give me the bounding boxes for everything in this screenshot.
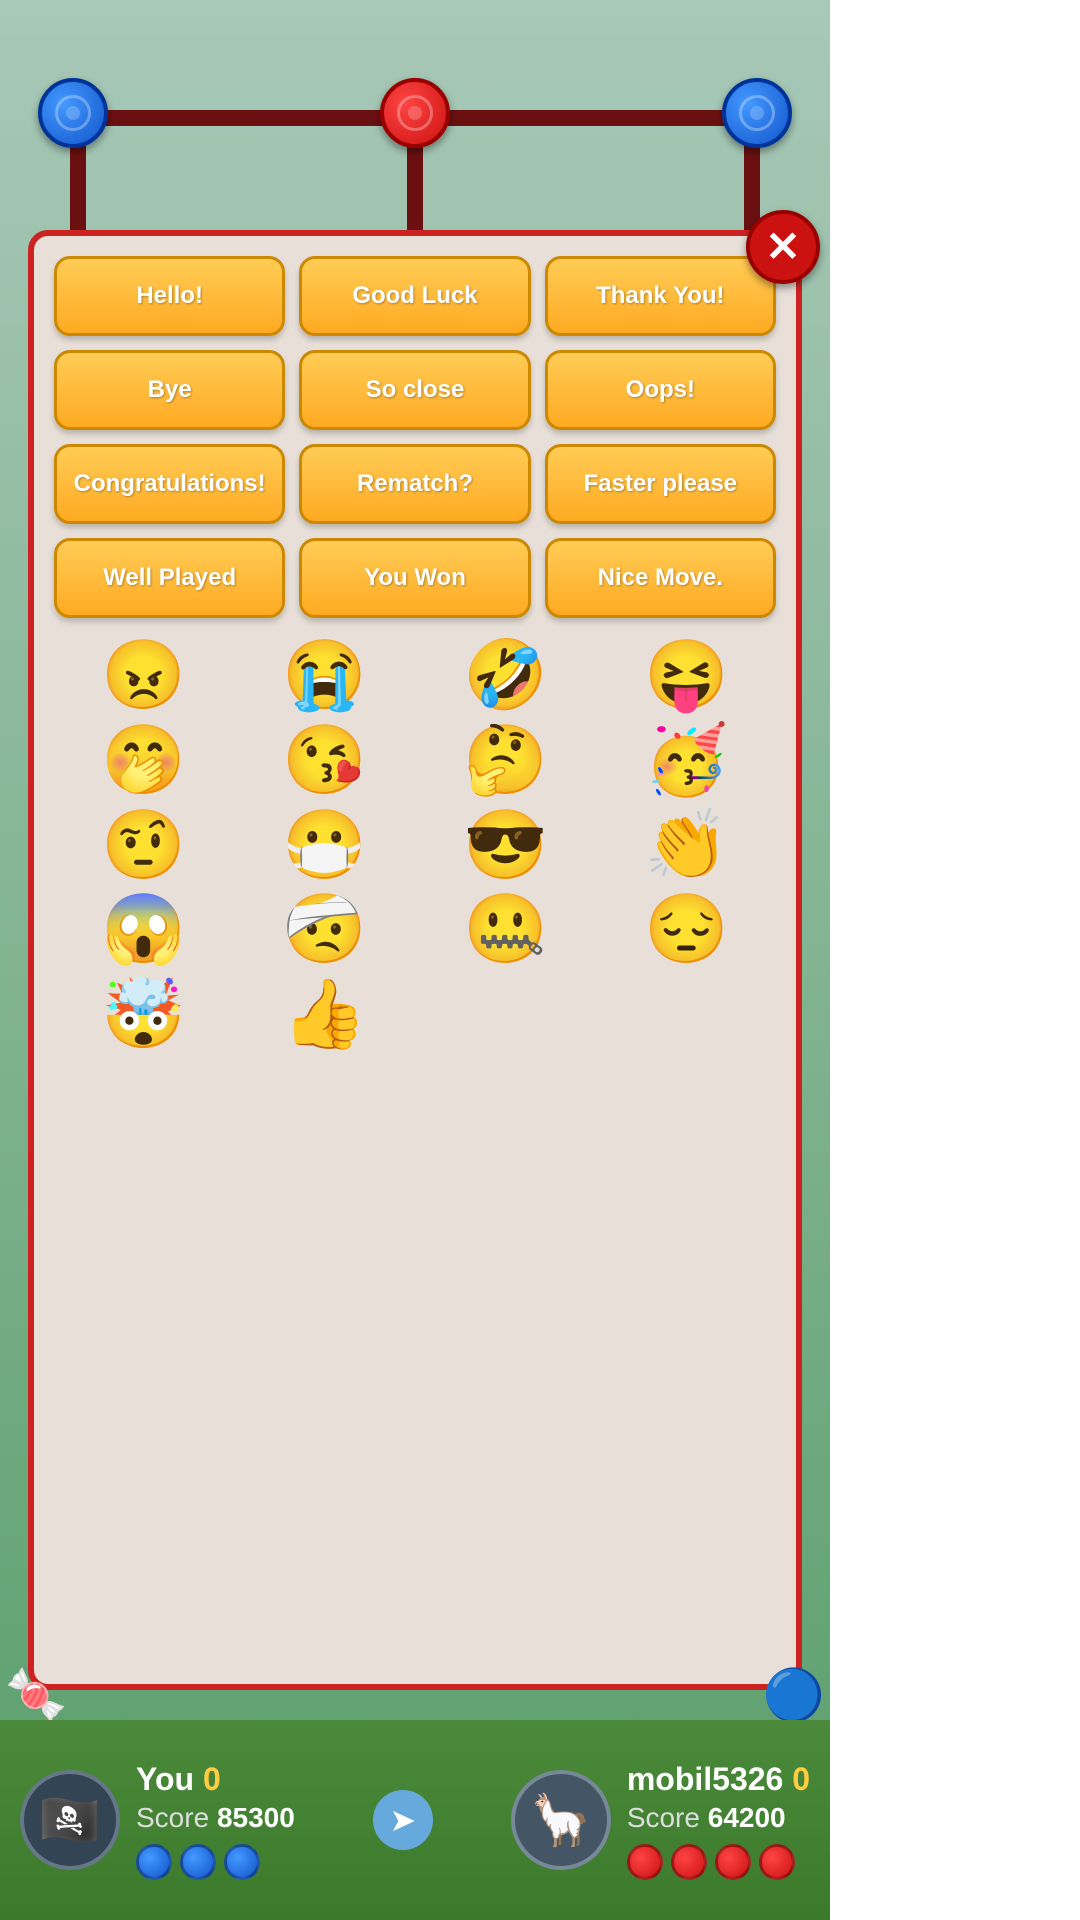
player1-score-value: 85300 [217, 1802, 295, 1833]
player2-score: Score 64200 [627, 1802, 810, 1834]
chat-btn-hello[interactable]: Hello! [54, 256, 285, 336]
chat-btn-faster-please[interactable]: Faster please [545, 444, 776, 524]
player2-tile-4 [759, 1844, 795, 1880]
emoji-mask[interactable]: 😷 [239, 808, 410, 883]
chat-btn-nice-move[interactable]: Nice Move. [545, 538, 776, 618]
player2-name: mobil5326 0 [627, 1761, 810, 1798]
emoji-sad[interactable]: 😔 [601, 892, 772, 967]
peg-blue-right [722, 78, 792, 148]
close-icon: ✕ [765, 226, 800, 268]
peg-inner-center [397, 95, 433, 131]
peg-center-dot-right [750, 106, 764, 120]
player2-score-value: 64200 [708, 1802, 786, 1833]
player2-tile-1 [627, 1844, 663, 1880]
snack-decoration-left: 🍬 [5, 1666, 67, 1725]
player1-details: You 0 Score 85300 [136, 1761, 295, 1880]
peg-blue-left [38, 78, 108, 148]
peg-inner-right [739, 95, 775, 131]
emoji-party[interactable]: 🥳 [601, 723, 772, 798]
emoji-rofl[interactable]: 🤣 [420, 638, 591, 713]
player1-tile-3 [224, 1844, 260, 1880]
emoji-exploding-head[interactable]: 🤯 [58, 977, 229, 1052]
emoji-clap[interactable]: 👏 [601, 808, 772, 883]
emoji-zipper-mouth[interactable]: 🤐 [420, 892, 591, 967]
chat-btn-bye[interactable]: Bye [54, 350, 285, 430]
player1-tile-2 [180, 1844, 216, 1880]
emoji-empty-2 [601, 977, 772, 1052]
emoji-kiss[interactable]: 😘 [239, 723, 410, 798]
player2-tile-3 [715, 1844, 751, 1880]
emoji-raised-eyebrow[interactable]: 🤨 [58, 808, 229, 883]
player1-avatar: 🏴‍☠️ [20, 1770, 120, 1870]
emoji-sob[interactable]: 😭 [239, 638, 410, 713]
chat-btn-thank-you[interactable]: Thank You! [545, 256, 776, 336]
emoji-bandage[interactable]: 🤕 [239, 892, 410, 967]
player1-tiles [136, 1844, 295, 1880]
turn-arrow: ➤ [373, 1790, 433, 1850]
quick-chat-dialog: Hello! Good Luck Thank You! Bye So close… [28, 230, 802, 1690]
player1-score-label: Score [136, 1802, 209, 1833]
chat-buttons-grid: Hello! Good Luck Thank You! Bye So close… [54, 256, 776, 618]
player1-score: Score 85300 [136, 1802, 295, 1834]
peg-inner [55, 95, 91, 131]
emoji-sunglasses[interactable]: 😎 [420, 808, 591, 883]
player2-wins: 0 [792, 1761, 810, 1797]
emoji-thumbs-up[interactable]: 👍 [239, 977, 410, 1052]
chat-btn-congratulations[interactable]: Congratulations! [54, 444, 285, 524]
close-button[interactable]: ✕ [746, 210, 820, 284]
peg-center-dot-center [408, 106, 422, 120]
player2-score-label: Score [627, 1802, 700, 1833]
bottom-bar: 🏴‍☠️ You 0 Score 85300 ➤ 🦙 mobil5326 [0, 1720, 830, 1920]
player2-details: mobil5326 0 Score 64200 [627, 1761, 810, 1880]
peg-red-center [380, 78, 450, 148]
emoji-scream[interactable]: 😱 [58, 892, 229, 967]
chat-btn-good-luck[interactable]: Good Luck [299, 256, 530, 336]
player1-name: You 0 [136, 1761, 295, 1798]
emoji-thinking[interactable]: 🤔 [420, 723, 591, 798]
chat-btn-well-played[interactable]: Well Played [54, 538, 285, 618]
player1-name-text: You [136, 1761, 194, 1797]
emoji-grid: 😠 😭 🤣 😝 🤭 😘 🤔 🥳 🤨 😷 😎 👏 😱 🤕 🤐 😔 🤯 👍 [54, 638, 776, 1052]
player2-tiles [627, 1844, 810, 1880]
player2-info: 🦙 mobil5326 0 Score 64200 [511, 1761, 810, 1880]
snack-decoration-right: 🔵 [763, 1666, 825, 1725]
player1-wins: 0 [203, 1761, 221, 1797]
player2-tile-2 [671, 1844, 707, 1880]
player1-info: 🏴‍☠️ You 0 Score 85300 [20, 1761, 295, 1880]
chat-btn-rematch[interactable]: Rematch? [299, 444, 530, 524]
emoji-empty-1 [420, 977, 591, 1052]
peg-center-dot [66, 106, 80, 120]
emoji-hand-over-mouth[interactable]: 🤭 [58, 723, 229, 798]
player2-name-text: mobil5326 [627, 1761, 784, 1797]
emoji-tongue[interactable]: 😝 [601, 638, 772, 713]
chat-btn-so-close[interactable]: So close [299, 350, 530, 430]
player1-tile-1 [136, 1844, 172, 1880]
chat-btn-oops[interactable]: Oops! [545, 350, 776, 430]
player2-avatar: 🦙 [511, 1770, 611, 1870]
emoji-angry[interactable]: 😠 [58, 638, 229, 713]
chat-btn-you-won[interactable]: You Won [299, 538, 530, 618]
